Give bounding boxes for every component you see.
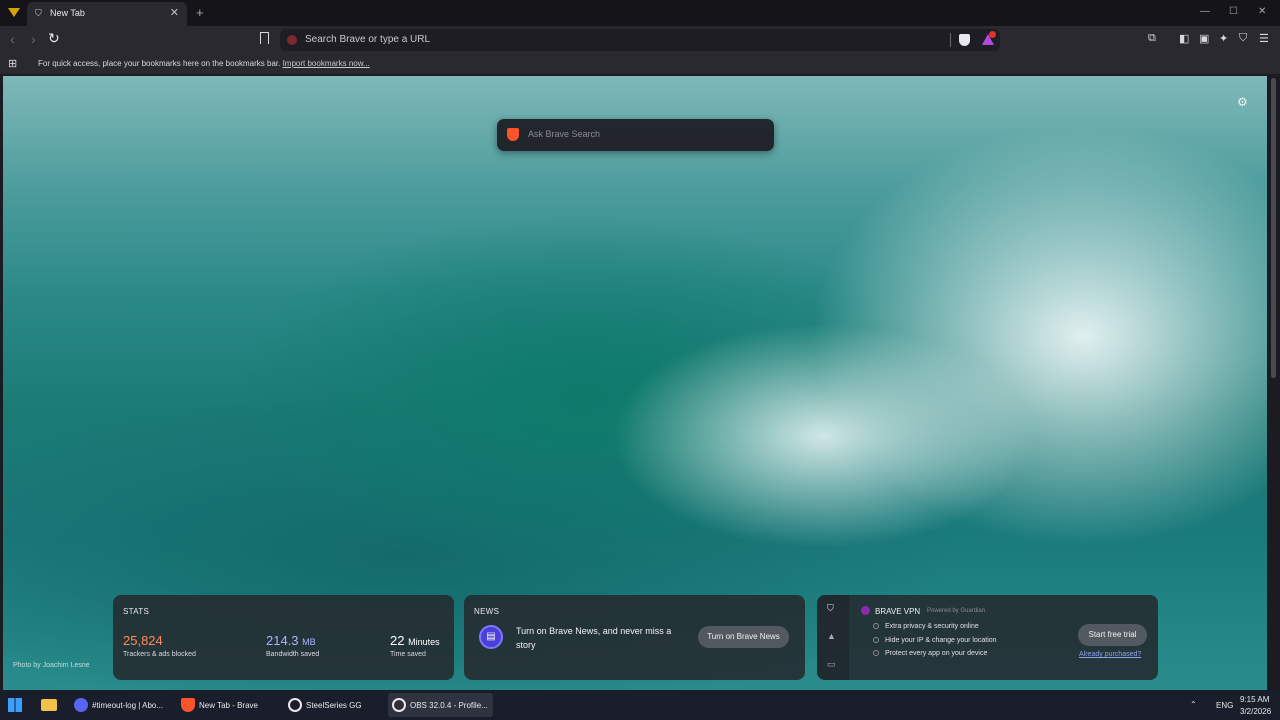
import-bookmarks-link[interactable]: Import bookmarks now... xyxy=(283,59,370,68)
tray-chevron-icon[interactable]: ⌃ xyxy=(1190,700,1197,709)
search-input[interactable]: Ask Brave Search xyxy=(528,129,600,139)
brave-search-icon xyxy=(287,35,297,45)
turn-on-news-button[interactable]: Turn on Brave News xyxy=(698,626,789,648)
already-purchased-link[interactable]: Already purchased? xyxy=(1079,651,1141,658)
maximize-button[interactable]: ☐ xyxy=(1229,6,1238,17)
brave-menu-icon[interactable] xyxy=(8,8,20,17)
vpn-powered-by: Powered by Guardian xyxy=(927,608,986,614)
discord-icon xyxy=(74,698,88,712)
scrollbar[interactable] xyxy=(1268,76,1280,690)
start-free-trial-button[interactable]: Start free trial xyxy=(1078,624,1147,646)
gear-icon[interactable]: ⚙ xyxy=(1237,95,1248,109)
card-icon[interactable]: ▭ xyxy=(827,659,836,670)
tab-strip: ⛉ New Tab ✕ + — ☐ ✕ xyxy=(0,0,1280,26)
trackers-blocked-value: 25,824 xyxy=(123,633,163,648)
bookmark-icon[interactable] xyxy=(260,32,269,44)
bookmarks-message: For quick access, place your bookmarks h… xyxy=(38,59,281,68)
taskbar-item-steelseries[interactable]: SteelSeries GG xyxy=(284,693,384,717)
shield-icon: ⛉ xyxy=(35,8,42,18)
stats-widget: STATS 25,824 Trackers & ads blocked 214.… xyxy=(113,595,454,680)
leo-ai-icon[interactable]: ✦ xyxy=(1219,32,1228,45)
tab-new-tab[interactable]: ⛉ New Tab ✕ xyxy=(27,2,187,26)
divider xyxy=(950,33,951,47)
close-window-button[interactable]: ✕ xyxy=(1258,6,1266,17)
brave-search-box[interactable]: Ask Brave Search xyxy=(497,119,774,151)
taskbar-item-obs[interactable]: OBS 32.0.4 - Profile... xyxy=(388,693,493,717)
start-button[interactable] xyxy=(8,698,22,712)
widget-switcher: ⛉ ▲ ▭ xyxy=(817,595,849,680)
vpn-feature: Hide your IP & change your location xyxy=(873,637,997,644)
tab-close-icon[interactable]: ✕ xyxy=(170,6,179,19)
file-explorer-icon[interactable] xyxy=(41,699,57,711)
vpn-widget: ⛉ ▲ ▭ BRAVE VPN Powered by Guardian Extr… xyxy=(817,595,1158,680)
bookmarks-bar: ⊞ For quick access, place your bookmarks… xyxy=(0,54,1280,74)
scrollbar-thumb[interactable] xyxy=(1271,78,1276,378)
vpn-icon[interactable]: ⛉ xyxy=(1239,32,1247,45)
vpn-feature: Protect every app on your device xyxy=(873,650,987,657)
stats-title: STATS xyxy=(123,607,150,616)
time-saved-label: Time saved xyxy=(390,651,426,658)
bandwidth-saved-value: 214.3 MB xyxy=(266,633,316,648)
vpn-title: BRAVE VPN xyxy=(875,607,921,616)
wallet-icon[interactable]: ▣ xyxy=(1199,32,1209,45)
tab-title: New Tab xyxy=(50,8,85,18)
sidebar-icon[interactable]: ◧ xyxy=(1179,32,1189,45)
time-saved-value: 22 Minutes xyxy=(390,633,440,648)
toolbar: ‹ › ↻ Search Brave or type a URL ⧉ ◧ ▣ ✦… xyxy=(0,26,1280,54)
minimize-button[interactable]: — xyxy=(1200,6,1210,17)
rewards-triangle-icon[interactable]: ▲ xyxy=(827,631,836,641)
brave-icon xyxy=(181,698,195,712)
forward-button[interactable]: › xyxy=(31,31,36,47)
address-input[interactable]: Search Brave or type a URL xyxy=(305,34,430,45)
clock-time[interactable]: 9:15 AM xyxy=(1240,695,1269,704)
notification-badge xyxy=(989,31,996,38)
photo-credit: Photo by Joachim Lesne xyxy=(13,662,90,669)
language-indicator[interactable]: ENG xyxy=(1216,701,1233,710)
taskbar-item-brave[interactable]: New Tab - Brave xyxy=(177,693,277,717)
obs-icon xyxy=(392,698,406,712)
new-tab-button[interactable]: + xyxy=(196,5,204,20)
new-tab-page: ⚙ Ask Brave Search Photo by Joachim Lesn… xyxy=(3,76,1267,690)
menu-icon[interactable]: ☰ xyxy=(1259,32,1269,45)
vpn-logo-icon xyxy=(861,606,870,615)
clock-date[interactable]: 3/2/2026 xyxy=(1240,707,1271,716)
apps-grid-icon[interactable]: ⊞ xyxy=(8,57,17,70)
news-icon: ▤ xyxy=(479,625,503,649)
steelseries-icon xyxy=(288,698,302,712)
address-bar[interactable]: Search Brave or type a URL xyxy=(280,29,1000,51)
news-prompt: Turn on Brave News, and never miss a sto… xyxy=(516,626,672,650)
tab-search-icon[interactable]: ⧉ xyxy=(1148,32,1156,45)
news-widget: NEWS ▤ Turn on Brave News, and never mis… xyxy=(464,595,805,680)
windows-taskbar: #timeout-log | Abo... New Tab - Brave St… xyxy=(0,690,1280,720)
bandwidth-saved-label: Bandwidth saved xyxy=(266,651,320,658)
trackers-blocked-label: Trackers & ads blocked xyxy=(123,651,196,658)
vpn-shield-icon[interactable]: ⛉ xyxy=(827,603,834,614)
vpn-feature: Extra privacy & security online xyxy=(873,623,979,630)
reload-button[interactable]: ↻ xyxy=(48,30,60,47)
brave-shields-icon[interactable] xyxy=(959,34,970,46)
news-title: NEWS xyxy=(474,607,500,616)
back-button[interactable]: ‹ xyxy=(10,31,15,47)
taskbar-item-discord[interactable]: #timeout-log | Abo... xyxy=(70,693,170,717)
brave-logo-icon xyxy=(507,128,519,141)
